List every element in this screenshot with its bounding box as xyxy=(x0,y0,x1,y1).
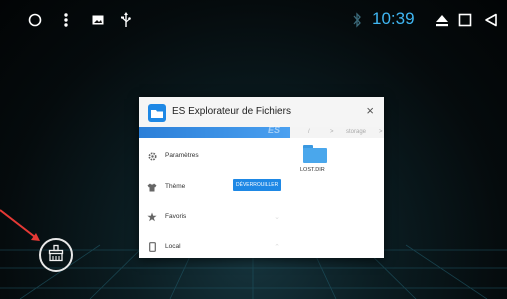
clear-all-button[interactable] xyxy=(39,238,73,272)
chevron-up-icon: ⌃ xyxy=(274,244,280,251)
shirt-icon xyxy=(147,182,157,192)
chevron-down-icon: ⌄ xyxy=(274,214,280,221)
drawer-item-favorites[interactable]: Favoris ⌄ xyxy=(139,208,290,228)
triangle-back-icon[interactable] xyxy=(481,10,501,30)
status-bar: 10:39 xyxy=(0,0,507,40)
drawer-item-label: Paramètres xyxy=(165,152,199,159)
breadcrumb: / > storage > xyxy=(290,127,384,138)
image-notification-icon xyxy=(90,10,106,30)
file-list-pane: / > storage > LOST.DIR xyxy=(290,127,384,258)
drawer-header: ES xyxy=(139,125,290,138)
drawer-item-settings[interactable]: Paramètres xyxy=(139,147,290,167)
drawer-item-local[interactable]: Local ⌃ xyxy=(139,238,290,258)
eject-icon[interactable] xyxy=(434,10,450,30)
square-recents-icon[interactable] xyxy=(455,10,475,30)
broom-icon xyxy=(47,244,65,267)
es-app-icon xyxy=(148,104,166,122)
unlock-button[interactable]: DÉVERROUILLER xyxy=(233,179,282,191)
card-header: ES Explorateur de Fichiers × xyxy=(139,97,384,127)
breadcrumb-separator: > xyxy=(379,129,383,135)
drawer-item-theme[interactable]: Thème DÉVERROUILLER xyxy=(139,178,290,198)
breadcrumb-root[interactable]: / xyxy=(308,129,310,135)
breadcrumb-storage[interactable]: storage xyxy=(346,129,366,135)
circle-home-icon[interactable] xyxy=(25,10,45,30)
more-vert-icon[interactable] xyxy=(58,10,74,30)
close-icon[interactable]: × xyxy=(366,104,374,118)
folder-name: LOST.DIR xyxy=(300,167,325,173)
drawer-item-label: Thème xyxy=(165,183,186,190)
drawer-item-label: Local xyxy=(165,243,181,250)
clock-time: 10:39 xyxy=(372,9,415,28)
folder-icon[interactable] xyxy=(303,145,327,163)
breadcrumb-separator: > xyxy=(330,129,334,135)
gear-icon xyxy=(147,151,157,161)
phone-icon xyxy=(147,242,157,252)
usb-icon xyxy=(118,10,134,30)
drawer-watermark: ES xyxy=(267,125,280,135)
navigation-drawer: ES Paramètres Thème DÉVERROUILLER Favori… xyxy=(139,125,290,258)
app-title: ES Explorateur de Fichiers xyxy=(172,106,291,117)
recent-app-card[interactable]: ES Explorateur de Fichiers × ES Paramètr… xyxy=(139,97,384,258)
star-icon xyxy=(147,212,157,222)
drawer-item-label: Favoris xyxy=(165,213,187,220)
bluetooth-icon xyxy=(350,10,364,30)
